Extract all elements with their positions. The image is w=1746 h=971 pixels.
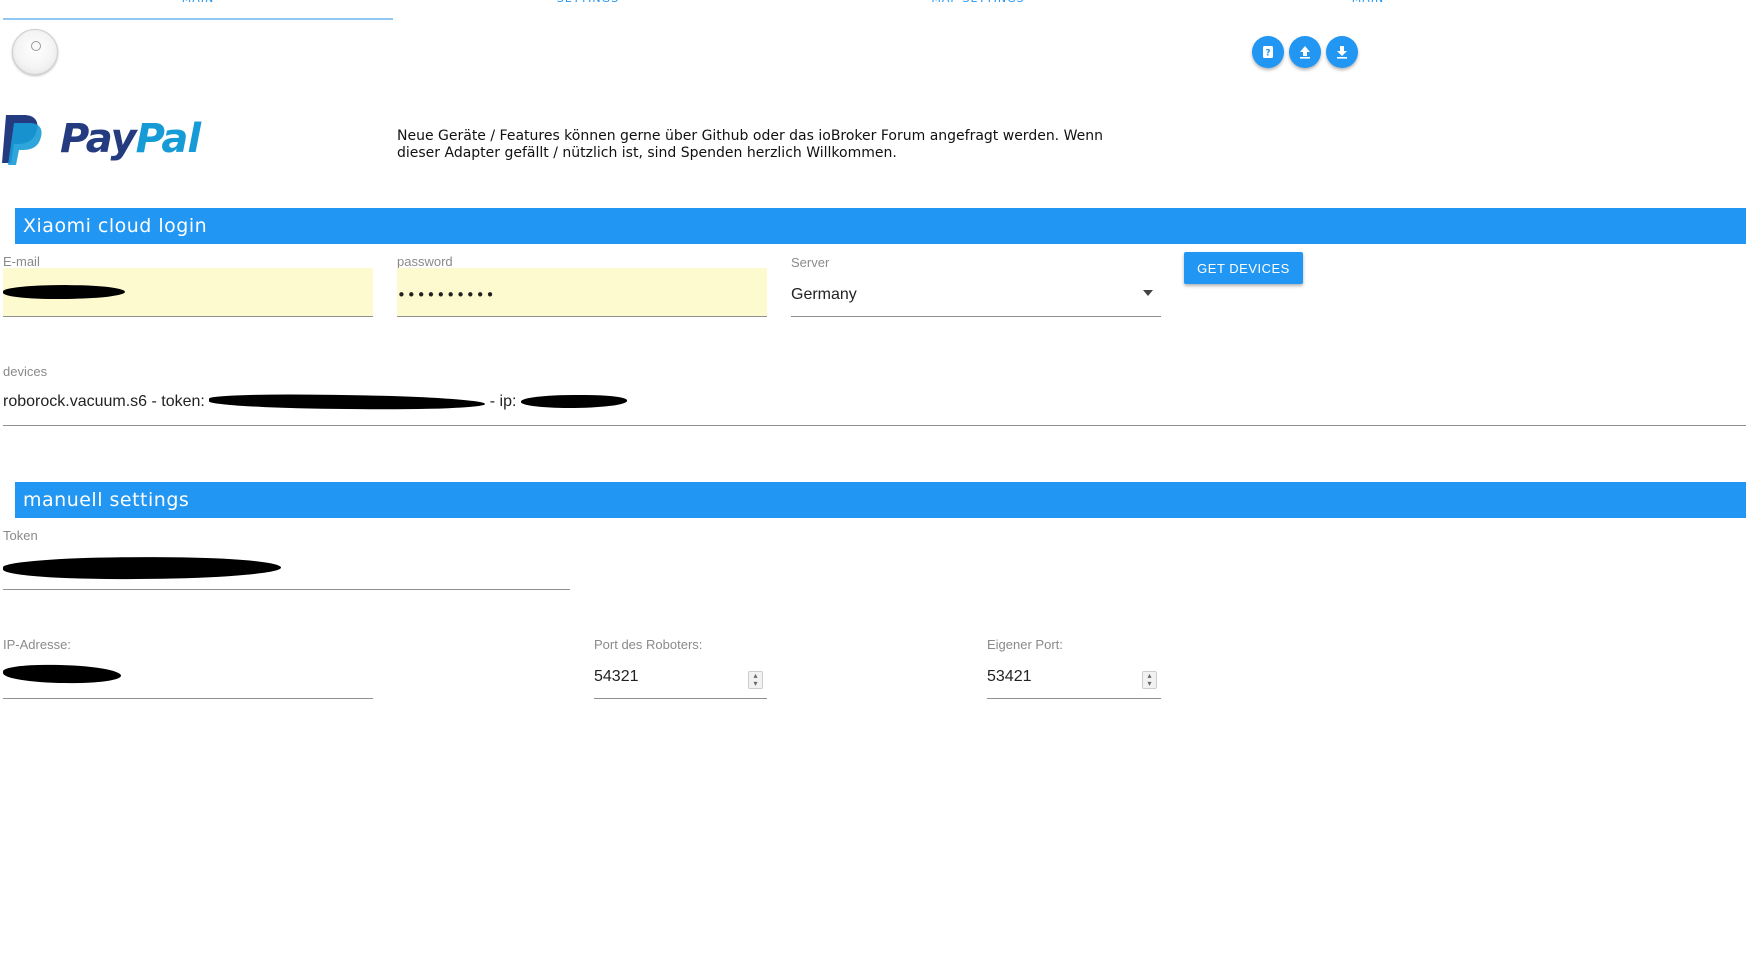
robot-sensor <box>31 41 41 51</box>
own-port-label: Eigener Port: <box>987 637 1063 652</box>
devices-value: roborock.vacuum.s6 - token: - ip: <box>3 393 627 411</box>
robot-logo <box>12 29 58 75</box>
robot-port-label: Port des Roboters: <box>594 637 703 652</box>
paypal-wordmark: PayPal <box>60 116 201 162</box>
section-header-cloud-login: Xiaomi cloud login <box>15 208 1746 244</box>
download-button[interactable] <box>1326 36 1358 68</box>
device-prefix: roborock.vacuum.s6 - token: <box>3 393 205 410</box>
own-port-input[interactable]: 53421 ▴ ▾ <box>987 651 1161 699</box>
tab-main-2[interactable]: MAIN <box>1173 0 1563 12</box>
redacted-ip <box>520 395 627 409</box>
token-field[interactable] <box>2 542 570 590</box>
tab-main[interactable]: MAIN <box>3 0 393 12</box>
active-tab-indicator <box>3 18 393 20</box>
server-select[interactable]: Germany <box>791 268 1161 317</box>
redacted-token <box>209 393 486 411</box>
token-label: Token <box>3 528 38 543</box>
redacted-email <box>2 283 126 301</box>
password-value: •••••••••• <box>397 286 496 304</box>
password-label: password <box>397 254 453 269</box>
ip-address-field[interactable] <box>2 651 373 699</box>
robot-port-value: 54321 <box>594 668 639 685</box>
own-port-value: 53421 <box>987 668 1032 685</box>
password-field[interactable]: •••••••••• <box>397 268 767 317</box>
help-button[interactable]: ? <box>1252 36 1284 68</box>
chevron-down-icon <box>1143 290 1153 296</box>
robot-port-input[interactable]: 54321 ▴ ▾ <box>594 651 767 699</box>
tab-bar: MAIN SETTINGS MAP SETTINGS MAIN <box>0 0 1746 20</box>
tab-settings[interactable]: SETTINGS <box>393 0 783 12</box>
upload-icon <box>1300 46 1310 59</box>
devices-label: devices <box>3 364 48 379</box>
device-ip-prefix: - ip: <box>489 393 517 410</box>
upload-button[interactable] <box>1289 36 1321 68</box>
paypal-logo[interactable]: PayPal <box>2 113 212 167</box>
tab-map-settings[interactable]: MAP SETTINGS <box>783 0 1173 12</box>
redacted-token-input <box>2 555 282 581</box>
stepper-icon[interactable]: ▴ ▾ <box>748 671 763 689</box>
section-header-manual-settings: manuell settings <box>15 482 1746 518</box>
email-label: E-mail <box>3 254 40 269</box>
redacted-ip-input <box>2 664 122 684</box>
server-value: Germany <box>791 286 857 303</box>
devices-field[interactable]: roborock.vacuum.s6 - token: - ip: <box>3 378 1746 426</box>
get-devices-button[interactable]: GET DEVICES <box>1184 252 1303 284</box>
stepper-icon[interactable]: ▴ ▾ <box>1142 671 1157 689</box>
ip-address-label: IP-Adresse: <box>3 637 71 652</box>
svg-text:?: ? <box>1265 49 1270 59</box>
email-field[interactable] <box>2 268 373 317</box>
download-icon <box>1337 46 1347 59</box>
help-icon: ? <box>1263 46 1273 59</box>
donation-text: Neue Geräte / Features können gerne über… <box>397 128 1103 161</box>
